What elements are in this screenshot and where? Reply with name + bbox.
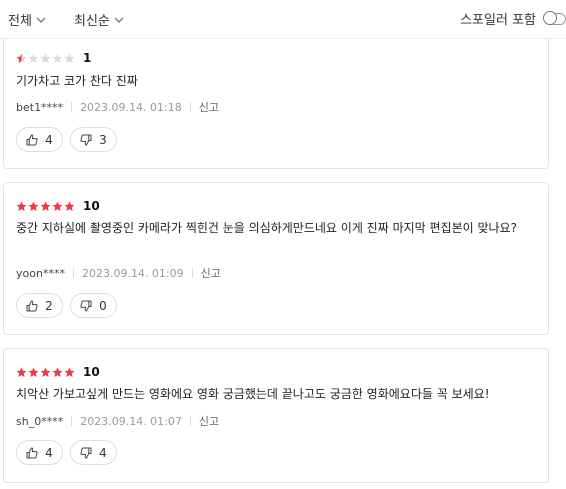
dislike-count: 3 <box>99 132 107 147</box>
review-author: bet1**** <box>16 100 64 114</box>
star-icon <box>16 201 27 211</box>
vote-buttons: 4 3 <box>16 127 117 152</box>
star-icon <box>28 367 39 377</box>
dislike-button[interactable]: 4 <box>70 440 117 465</box>
star-rating <box>16 201 75 212</box>
like-button[interactable]: 4 <box>16 127 63 152</box>
star-icon <box>64 53 75 63</box>
review-text: 치악산 가보고싶게 만드는 영화에요 영화 궁금했는데 끝나고도 궁금한 영화에… <box>16 387 490 401</box>
like-count: 4 <box>45 132 53 147</box>
review-card: 10 치악산 가보고싶게 만드는 영화에요 영화 궁금했는데 끝나고도 궁금한 … <box>3 348 549 483</box>
spoiler-filter: 스포일러 포함 <box>460 9 566 28</box>
star-icon <box>40 53 51 63</box>
rating: 1 <box>16 51 91 65</box>
spoiler-label: 스포일러 포함 <box>460 13 536 28</box>
vote-buttons: 2 0 <box>16 293 117 318</box>
review-meta: yoon**** 2023.09.14. 01:09 신고 <box>16 265 221 281</box>
dislike-count: 0 <box>99 298 107 313</box>
thumbs-up-icon <box>26 134 38 145</box>
sort-label: 최신순 <box>74 14 110 29</box>
like-button[interactable]: 4 <box>16 440 63 465</box>
filter-bar: 전체 최신순 스포일러 포함 <box>0 0 566 39</box>
star-icon <box>16 367 27 377</box>
rating-score: 10 <box>83 365 100 379</box>
review-author: yoon**** <box>16 266 65 280</box>
star-icon <box>28 53 39 63</box>
star-icon <box>52 201 63 211</box>
review-date: 2023.09.14. 01:18 <box>80 100 182 114</box>
thumbs-up-icon <box>26 447 38 458</box>
star-icon <box>64 201 75 211</box>
star-icon <box>40 367 51 377</box>
filter-all-label: 전체 <box>8 14 32 29</box>
review-date: 2023.09.14. 01:09 <box>81 266 184 280</box>
dislike-button[interactable]: 0 <box>70 293 117 318</box>
divider <box>189 416 191 426</box>
thumbs-down-icon <box>80 134 92 145</box>
review-date: 2023.09.14. 01:07 <box>80 414 182 428</box>
divider <box>71 416 73 426</box>
filter-all-dropdown[interactable]: 전체 <box>8 10 46 29</box>
rating: 10 <box>16 365 100 379</box>
review-card: 10 중간 지하실에 촬영중인 카메라가 찍힌건 눈을 의심하게만드네요 이게 … <box>3 182 549 335</box>
rating-score: 1 <box>83 51 92 65</box>
dislike-button[interactable]: 3 <box>70 127 117 152</box>
review-author: sh_0**** <box>16 414 64 428</box>
report-link[interactable]: 신고 <box>201 265 221 281</box>
chevron-down-icon <box>36 17 46 23</box>
divider <box>191 268 193 278</box>
toggle-knob <box>543 10 557 25</box>
star-icon <box>16 53 27 63</box>
chevron-down-icon <box>114 17 124 23</box>
rating: 10 <box>16 199 100 213</box>
like-button[interactable]: 2 <box>16 293 63 318</box>
star-icon <box>52 367 63 377</box>
sort-dropdown[interactable]: 최신순 <box>74 10 124 29</box>
like-count: 2 <box>45 298 53 313</box>
review-meta: sh_0**** 2023.09.14. 01:07 신고 <box>16 413 219 429</box>
divider <box>71 102 73 112</box>
review-card: 1 기가차고 코가 찬다 진짜 bet1**** 2023.09.14. 01:… <box>3 28 549 169</box>
spoiler-toggle[interactable] <box>543 10 566 25</box>
vote-buttons: 4 4 <box>16 440 117 465</box>
star-icon <box>64 367 75 377</box>
dislike-count: 4 <box>99 445 107 460</box>
star-rating <box>16 53 75 64</box>
thumbs-up-icon <box>26 300 38 311</box>
star-icon <box>28 201 39 211</box>
rating-score: 10 <box>83 199 100 213</box>
star-rating <box>16 367 75 378</box>
report-link[interactable]: 신고 <box>199 99 219 115</box>
review-meta: bet1**** 2023.09.14. 01:18 신고 <box>16 99 219 115</box>
like-count: 4 <box>45 445 53 460</box>
star-icon <box>52 53 63 63</box>
review-text: 중간 지하실에 촬영중인 카메라가 찍힌건 눈을 의심하게만드네요 이게 진짜 … <box>16 221 517 235</box>
star-icon <box>40 201 51 211</box>
thumbs-down-icon <box>80 300 92 311</box>
report-link[interactable]: 신고 <box>199 413 219 429</box>
review-text: 기가차고 코가 찬다 진짜 <box>16 74 138 88</box>
divider <box>189 102 191 112</box>
thumbs-down-icon <box>80 447 92 458</box>
divider <box>72 268 74 278</box>
